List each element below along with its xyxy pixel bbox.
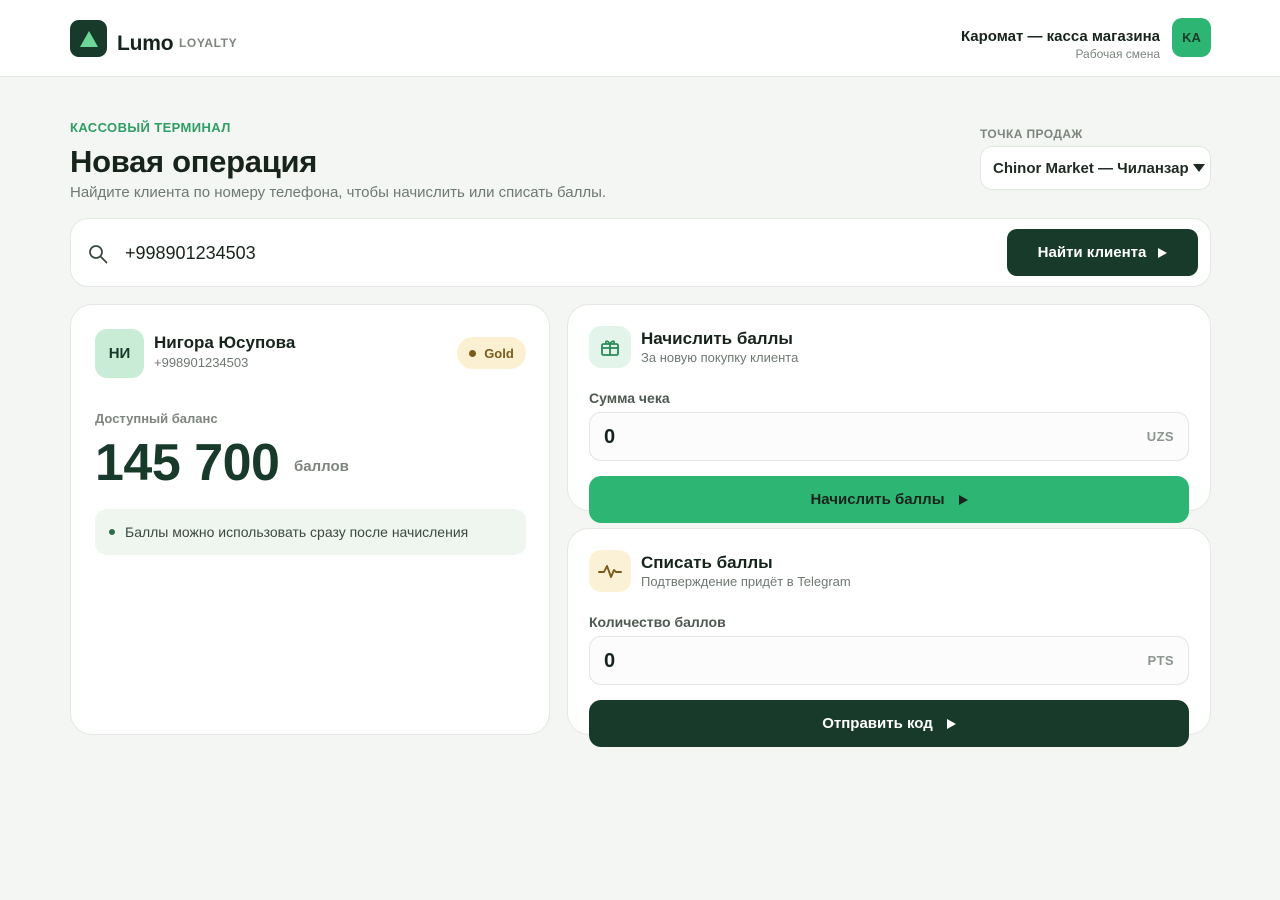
points-amount-label: Количество баллов (589, 614, 726, 630)
user-role: Рабочая смена (1075, 47, 1160, 61)
earn-card-subtitle: За новую покупку клиента (641, 350, 799, 365)
earn-points-button[interactable]: Начислить баллы (589, 476, 1189, 523)
receipt-amount-field-box: UZS (589, 412, 1189, 461)
tier-badge-label: Gold (484, 345, 514, 361)
page-subtitle: Найдите клиента по номеру телефона, чтоб… (70, 184, 607, 201)
gift-icon (589, 326, 631, 368)
earn-points-button-label: Начислить баллы (810, 491, 945, 508)
balance-value: 145 700 (95, 434, 280, 492)
earn-card-title: Начислить баллы (641, 329, 793, 348)
send-code-button[interactable]: Отправить код (589, 700, 1189, 747)
customer-avatar: НИ (95, 329, 144, 378)
logo-icon[interactable] (70, 20, 107, 57)
logo-tag: LOYALTY (179, 36, 238, 50)
search-icon (89, 245, 108, 264)
tier-dot-icon (469, 349, 477, 357)
send-code-button-label: Отправить код (822, 715, 933, 732)
spend-points-card: Списать баллы Подтверждение придёт в Tel… (567, 528, 1211, 747)
balance-label: Доступный баланс (95, 411, 218, 426)
play-icon (1158, 247, 1168, 258)
logo-name: Lumo (117, 32, 174, 55)
points-unit: PTS (1147, 653, 1174, 668)
page-title: Новая операция (70, 144, 317, 179)
points-amount-field-box: PTS (589, 636, 1189, 685)
earn-points-card: Начислить баллы За новую покупку клиента… (567, 304, 1211, 523)
bullet-icon (109, 529, 115, 535)
info-note: Баллы можно использовать сразу после нач… (95, 509, 526, 555)
customer-phone: +998901234503 (154, 355, 249, 370)
spend-card-subtitle: Подтверждение придёт в Telegram (641, 574, 851, 589)
store-select[interactable]: Chinor Market — Чиланзар (980, 146, 1211, 190)
spend-card-title: Списать баллы (641, 553, 773, 572)
customer-card: НИ Нигора Юсупова +998901234503 Gold Дос… (70, 304, 550, 735)
top-bar: Lumo LOYALTY Каромат — касса магазина Ра… (0, 0, 1280, 77)
pulse-icon (589, 550, 631, 592)
receipt-amount-label: Сумма чека (589, 390, 670, 406)
balance-unit: баллов (294, 458, 349, 475)
receipt-amount-input[interactable] (604, 421, 1104, 453)
customer-name: Нигора Юсупова (154, 333, 296, 352)
points-amount-input[interactable] (604, 645, 1104, 677)
caret-down-icon (1192, 164, 1205, 172)
page-eyebrow: КАССОВЫЙ ТЕРМИНАЛ (70, 120, 231, 135)
currency-unit: UZS (1146, 429, 1174, 444)
search-bar: Найти клиента (70, 218, 1211, 287)
play-icon (946, 718, 956, 729)
find-customer-button-label: Найти клиента (1037, 244, 1147, 261)
play-icon (958, 494, 968, 505)
find-customer-button[interactable]: Найти клиента (1007, 229, 1198, 276)
store-label: ТОЧКА ПРОДАЖ (980, 127, 1083, 141)
user-name: Каромат — касса магазина (960, 28, 1160, 45)
tier-badge: Gold (457, 337, 526, 369)
user-avatar[interactable]: KA (1172, 18, 1211, 57)
store-select-value: Chinor Market — Чиланзар (993, 159, 1189, 177)
phone-search-input[interactable] (125, 233, 985, 273)
info-note-text: Баллы можно использовать сразу после нач… (125, 524, 469, 540)
